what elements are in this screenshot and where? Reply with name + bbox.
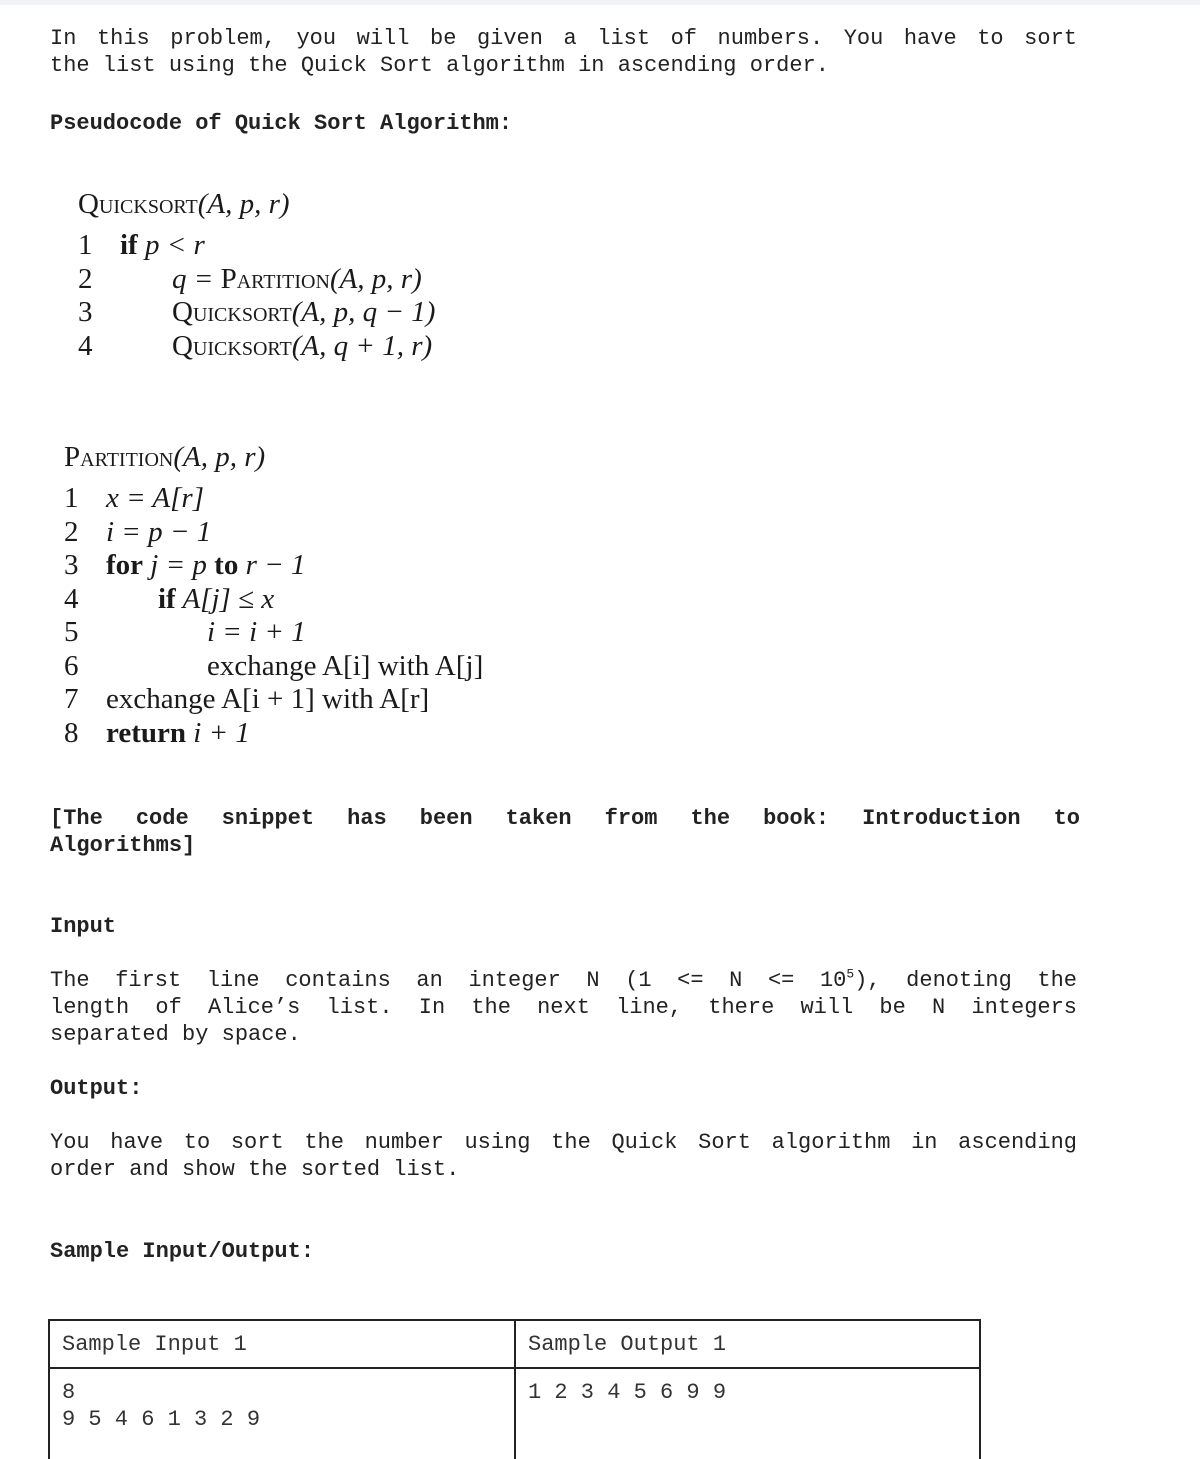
partition-line-1: 1x = A[r] (64, 482, 204, 515)
partition-line-5: 5i = i + 1 (64, 616, 306, 649)
sample-output-header: Sample Output 1 (514, 1319, 981, 1369)
sample-table-header-row: Sample Input 1 Sample Output 1 (48, 1319, 981, 1369)
input-heading: Input (50, 914, 117, 939)
citation-line-1: [The code snippet has been taken from th… (50, 806, 1080, 831)
partition-line-7: 7 exchange A[i + 1] with A[r] (64, 683, 430, 716)
quicksort-line-4: 4 Quicksort (A, q + 1, r) (78, 329, 433, 362)
top-strip (0, 0, 1200, 5)
partition-line-2: 2i = p − 1 (64, 515, 212, 548)
output-line-1: You have to sort the number using the Qu… (50, 1130, 1077, 1155)
citation: [The code snippet has been taken from th… (50, 805, 1080, 859)
intro-paragraph: In this problem, you will be given a lis… (50, 25, 1090, 79)
intro-line-1: In this problem, you will be given a lis… (50, 26, 1077, 51)
citation-line-2: Algorithms] (50, 833, 196, 858)
quicksort-line-1: 1 if p < r (78, 229, 205, 262)
partition-procedure: Partition(A, p, r) 1x = A[r] 2i = p − 1 … (64, 440, 483, 750)
sample-input-header: Sample Input 1 (48, 1319, 516, 1369)
partition-signature: Partition(A, p, r) (64, 441, 266, 473)
partition-line-8: 8 return i + 1 (64, 716, 250, 749)
sample-heading: Sample Input/Output: (50, 1239, 315, 1264)
input-description: The first line contains an integer N (1 … (50, 967, 1077, 1048)
output-description: You have to sort the number using the Qu… (50, 1129, 1077, 1183)
quicksort-signature: Quicksort(A, p, r) (78, 188, 290, 220)
sample-input-value: 8 9 5 4 6 1 3 2 9 (48, 1367, 516, 1459)
partition-line-4: 4 if A[j] ≤ x (64, 582, 275, 615)
partition-line-6: 6 exchange A[i] with A[j] (64, 649, 484, 682)
quicksort-line-3: 3 Quicksort (A, p, q − 1) (78, 296, 436, 329)
pseudocode-heading: Pseudocode of Quick Sort Algorithm: (50, 111, 513, 136)
input-line-3: separated by space. (50, 1022, 301, 1047)
partition-line-3: 3 for j = p to r − 1 (64, 549, 306, 582)
sample-table-body-row: 8 9 5 4 6 1 3 2 9 1 2 3 4 5 6 9 9 (48, 1367, 981, 1459)
output-line-2: order and show the sorted list. (50, 1157, 460, 1182)
quicksort-procedure: Quicksort(A, p, r) 1 if p < r 2q = Partit… (78, 187, 435, 363)
sample-output-value: 1 2 3 4 5 6 9 9 (514, 1367, 981, 1459)
intro-line-2: the list using the Quick Sort algorithm … (50, 53, 829, 78)
input-line-1: The first line contains an integer N (1 … (50, 966, 1077, 993)
input-line-2: length of Alice’s list. In the next line… (50, 995, 1077, 1020)
quicksort-line-2: 2q = Partition (A, p, r) (78, 262, 422, 295)
sample-io-table: Sample Input 1 Sample Output 1 8 9 5 4 6… (48, 1319, 981, 1459)
output-heading: Output: (50, 1076, 143, 1101)
